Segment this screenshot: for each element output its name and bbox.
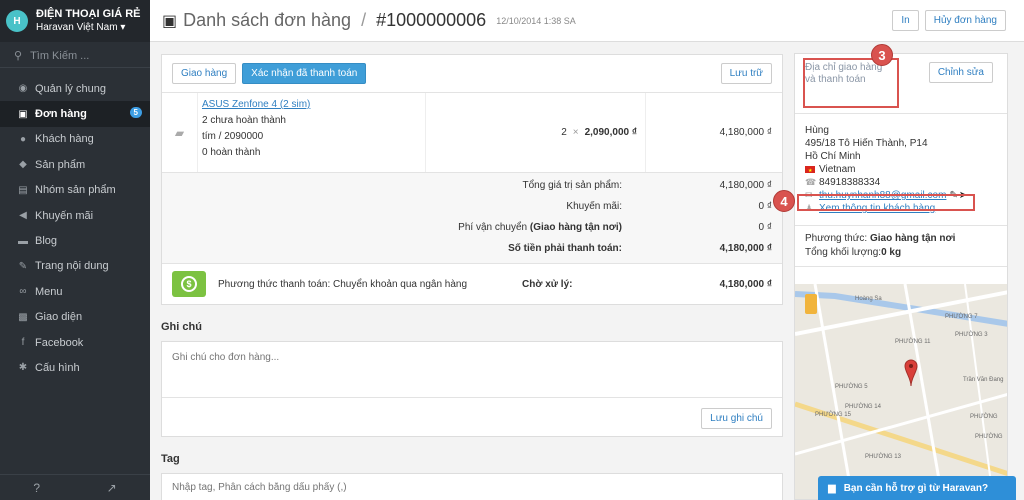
discount-row: Khuyến mãi: 0 ₫ [566,201,772,212]
payment-row: $ Phương thức thanh toán: Chuyển khoản q… [162,264,782,304]
main-content: Giao hàng Xác nhận đã thanh toán Lưu trữ… [150,42,793,500]
order-card: Giao hàng Xác nhận đã thanh toán Lưu trữ… [161,54,783,305]
sidebar-item-orders[interactable]: ▣ Đơn hàng 5 [0,101,150,127]
caret-down-icon: ▾ [120,22,126,33]
line-item: ▰ ASUS Zenfone 4 (2 sim) 2 chưa hoàn thà… [162,93,782,173]
print-button[interactable]: In [892,10,919,31]
link-icon: ∞ [19,286,27,298]
account-switcher[interactable]: Haravan Việt Nam ▾ [36,21,141,34]
brand[interactable]: H ĐIỆN THOẠI GIÁ RẺ Haravan Việt Nam ▾ [0,0,150,42]
shipping-fee-row: Phí vận chuyển (Giao hàng tận nơi) 0 ₫ [458,222,772,233]
collection-icon: ▤ [18,184,28,196]
product-link[interactable]: ASUS Zenfone 4 (2 sim) [202,99,310,110]
street: 495/18 Tô Hiến Thành, P14 [805,138,928,149]
times-sign: × [572,127,579,138]
customer-name: Hùng [805,125,829,136]
picture-icon: ▩ [18,311,28,323]
edit-icon: ✎ [18,260,28,272]
inbox-icon: ▣ [162,12,178,30]
order-date: 12/10/2014 1:38 SA [496,15,576,26]
payment-status: Chờ xử lý: [522,278,573,290]
callout-4: 4 [773,190,795,212]
location-map[interactable]: PHƯỜNG 7 PHƯỜNG 3 PHƯỜNG 11 PHƯỜNG 5 PHƯ… [795,284,1007,499]
sidebar-item[interactable]: ✱ Cấu hình [0,355,150,380]
save-note-button[interactable]: Lưu ghi chú [701,408,772,429]
sidebar-item[interactable]: ● Khách hàng [0,127,150,152]
sidebar-item[interactable]: f Facebook [0,330,150,355]
inbox-icon: ▣ [18,108,28,120]
settings-icon: ✱ [18,362,28,374]
dashboard-icon: ◉ [18,83,28,95]
grand-total-row: Số tiền phải thanh toán: 4,180,000 ₫ [508,243,772,254]
note-card: Lưu ghi chú [161,341,783,437]
payment-method: Phương thức thanh toán: Chuyển khoản qua… [218,278,468,290]
customer-panel: Địa chỉ giao hàng và thanh toán Chỉnh sử… [794,53,1008,500]
breadcrumb-orders[interactable]: Danh sách đơn hàng [183,10,351,31]
country: Vietnam [819,164,856,175]
order-number: #1000000006 [376,10,487,30]
store-name: ĐIỆN THOẠI GIÁ RẺ [36,8,141,20]
total-row: Tổng giá trị sản phẩm: 4,180,000 ₫ [522,180,773,191]
sidebar-footer: ? ↗ [0,474,150,500]
cancel-order-button[interactable]: Hủy đơn hàng [924,10,1006,31]
breadcrumb-separator: / [361,10,367,30]
fulfilled-count: 0 hoàn thành [202,147,261,158]
page-header: ▣ Danh sách đơn hàng / #1000000006 12/10… [150,0,1024,42]
ship-button[interactable]: Giao hàng [172,63,237,84]
phone: 84918388334 [819,177,881,188]
users-icon: ● [19,133,27,145]
sidebar: H ĐIỆN THOẠI GIÁ RẺ Haravan Việt Nam ▾ ⚲… [0,0,150,500]
money-icon: $ [172,271,206,297]
vietnam-flag-icon [805,165,815,178]
orders-count-badge: 5 [129,107,142,119]
archive-button[interactable]: Lưu trữ [720,63,772,84]
note-input[interactable] [162,342,782,398]
support-chat-bar[interactable]: ▆ Bạn cần hỗ trợ gì từ Haravan? [818,476,1016,500]
tag-title: Tag [161,453,180,465]
shipping-weight: 0 kg [881,247,902,258]
city: Hồ Chí Minh [805,151,861,162]
megaphone-icon: ◀ [19,210,27,222]
chat-icon: ▆ [828,482,836,494]
comments-icon: ▬ [18,235,28,247]
sidebar-item[interactable]: ✎ Trang nội dung [0,254,150,279]
confirm-payment-button[interactable]: Xác nhận đã thanh toán [242,63,367,84]
item-quantity: 2 [561,127,567,138]
order-totals: Tổng giá trị sản phẩm: 4,180,000 ₫ Khuyến… [162,173,782,264]
edit-address-button[interactable]: Chỉnh sửa [928,62,993,83]
note-title: Ghi chú [161,321,202,333]
sidebar-item[interactable]: ∞ Menu [0,279,150,304]
item-total: 4,180,000 ₫ [719,127,772,138]
payment-amount: 4,180,000 ₫ [719,278,772,290]
email-highlight-box [797,194,975,211]
tag-card [161,473,783,500]
shipping-method: Giao hàng tận nơi [869,233,956,244]
sidebar-nav: ◉ Quản lý chung ▣ Đơn hàng 5 ● Khách hàng ◆ S… [0,76,150,381]
item-price: 2,090,000 ₫ [584,127,637,138]
tags-icon: ◆ [19,159,27,171]
tag-input[interactable] [162,474,782,500]
variant: tím / 2090000 [202,131,264,142]
search-icon: ⚲ [14,50,23,62]
help-icon[interactable]: ? [33,481,40,495]
sidebar-search[interactable]: ⚲ Tìm Kiếm ... [0,44,150,68]
sidebar-item[interactable]: ◆ Sản phẩm [0,152,150,177]
pending-count: 2 chưa hoàn thành [202,115,286,126]
sidebar-item[interactable]: ◀ Khuyến mãi [0,203,150,228]
sidebar-item[interactable]: ▩ Giao diện [0,305,150,330]
shipping-info: Phương thức: Giao hàng tận nơi Tổng khối… [795,226,1007,267]
truck-icon: ▰ [162,93,198,172]
sidebar-item[interactable]: ◉ Quản lý chung [0,76,150,101]
sidebar-item[interactable]: ▤ Nhóm sản phẩm [0,178,150,203]
facebook-icon: f [21,337,25,349]
store-logo: H [6,10,28,32]
callout-3: 3 [871,44,893,66]
sidebar-item[interactable]: ▬ Blog [0,228,150,253]
external-link-icon[interactable]: ↗ [107,481,117,495]
